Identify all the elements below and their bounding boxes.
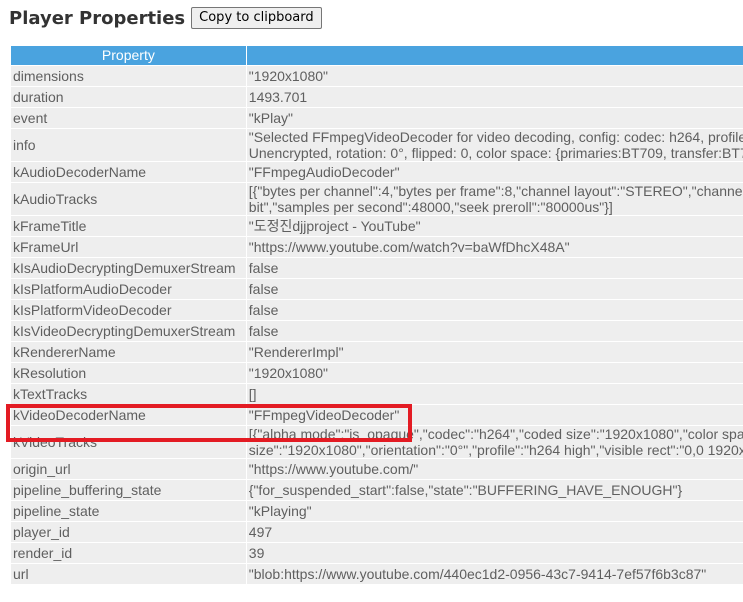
table-row: pipeline_state "kPlaying" <box>11 501 743 521</box>
property-name: pipeline_state <box>11 501 246 521</box>
property-name: kVideoDecoderName <box>11 405 246 425</box>
table-row: player_id 497 <box>11 522 743 542</box>
table-row: dimensions "1920x1080" <box>11 66 743 86</box>
table-row: kIsPlatformVideoDecoder false <box>11 300 743 320</box>
property-value: "https://www.youtube.com/" <box>246 459 743 479</box>
property-name: info <box>11 129 246 161</box>
table-row: info "Selected FFmpegVideoDecoder for vid… <box>11 129 743 161</box>
property-value: "Selected FFmpegVideoDecoder for video d… <box>246 129 743 161</box>
table-row: kIsPlatformAudioDecoder false <box>11 279 743 299</box>
property-value: {"for_suspended_start":false,"state":"BU… <box>246 480 743 500</box>
property-value: [] <box>246 384 743 404</box>
table-row: pipeline_buffering_state {"for_suspended_… <box>11 480 743 500</box>
property-value: [{"alpha mode":"is_opaque","codec":"h264… <box>246 426 743 458</box>
property-name: pipeline_buffering_state <box>11 480 246 500</box>
property-value: "FFmpegVideoDecoder" <box>246 405 743 425</box>
column-header-property[interactable]: Property <box>11 46 246 65</box>
property-value: "https://www.youtube.com/watch?v=baWfDhc… <box>246 237 743 257</box>
properties-table-container[interactable]: Property dimensions "1920x1080" duration 1… <box>10 45 743 602</box>
property-name: kIsVideoDecryptingDemuxerStream <box>11 321 246 341</box>
property-value: "1920x1080" <box>246 66 743 86</box>
column-header-value[interactable] <box>246 46 743 65</box>
property-value: "RendererImpl" <box>246 342 743 362</box>
property-name: kAudioDecoderName <box>11 162 246 182</box>
property-value: "1920x1080" <box>246 363 743 383</box>
table-row: kAudioDecoderName "FFmpegAudioDecoder" <box>11 162 743 182</box>
table-row: url "blob:https://www.youtube.com/440ec1d… <box>11 564 743 584</box>
table-row: kIsAudioDecryptingDemuxerStream false <box>11 258 743 278</box>
table-row: render_id 39 <box>11 543 743 563</box>
property-name: url <box>11 564 246 584</box>
property-name: kAudioTracks <box>11 183 246 215</box>
copy-to-clipboard-button[interactable]: Copy to clipboard <box>191 7 322 29</box>
property-name: kIsAudioDecryptingDemuxerStream <box>11 258 246 278</box>
table-row: kTextTracks[] <box>11 384 743 404</box>
properties-table: Property dimensions "1920x1080" duration 1… <box>10 45 743 585</box>
table-row: duration 1493.701 <box>11 87 743 107</box>
property-name: kFrameTitle <box>11 216 246 236</box>
table-row: kRendererName "RendererImpl" <box>11 342 743 362</box>
table-row: kIsVideoDecryptingDemuxerStream false <box>11 321 743 341</box>
property-value: false <box>246 258 743 278</box>
property-name: render_id <box>11 543 246 563</box>
property-name: kRendererName <box>11 342 246 362</box>
page-header: Player Properties Copy to clipboard <box>9 6 322 30</box>
property-name: player_id <box>11 522 246 542</box>
property-name: kIsPlatformAudioDecoder <box>11 279 246 299</box>
property-name: event <box>11 108 246 128</box>
property-name: kVideoTracks <box>11 426 246 458</box>
page-title: Player Properties <box>9 7 186 29</box>
property-value: "kPlay" <box>246 108 743 128</box>
property-name: kIsPlatformVideoDecoder <box>11 300 246 320</box>
property-value: false <box>246 300 743 320</box>
table-row: kResolution "1920x1080" <box>11 363 743 383</box>
property-value: "도정진djjproject - YouTube" <box>246 216 743 236</box>
property-value: 39 <box>246 543 743 563</box>
table-row: kAudioTracks [{"bytes per channel":4,"byt… <box>11 183 743 215</box>
property-value: false <box>246 279 743 299</box>
property-name: origin_url <box>11 459 246 479</box>
property-name: kFrameUrl <box>11 237 246 257</box>
table-row: kVideoTracks [{"alpha mode":"is_opaque","… <box>11 426 743 458</box>
table-row: kFrameTitle "도정진djjproject - YouTube" <box>11 216 743 236</box>
property-name: duration <box>11 87 246 107</box>
property-name: kResolution <box>11 363 246 383</box>
table-row: origin_url "https://www.youtube.com/" <box>11 459 743 479</box>
property-value: 497 <box>246 522 743 542</box>
table-row: kFrameUrl "https://www.youtube.com/watch?… <box>11 237 743 257</box>
property-value: [{"bytes per channel":4,"bytes per frame… <box>246 183 743 215</box>
table-row: event "kPlay" <box>11 108 743 128</box>
property-value: "blob:https://www.youtube.com/440ec1d2-0… <box>246 564 743 584</box>
property-name: kTextTracks <box>11 384 246 404</box>
property-name: dimensions <box>11 66 246 86</box>
property-value: false <box>246 321 743 341</box>
table-header-row: Property <box>11 46 743 65</box>
property-value: "kPlaying" <box>246 501 743 521</box>
property-value: 1493.701 <box>246 87 743 107</box>
property-value: "FFmpegAudioDecoder" <box>246 162 743 182</box>
table-row-highlighted: kVideoDecoderName "FFmpegVideoDecoder" <box>11 405 743 425</box>
